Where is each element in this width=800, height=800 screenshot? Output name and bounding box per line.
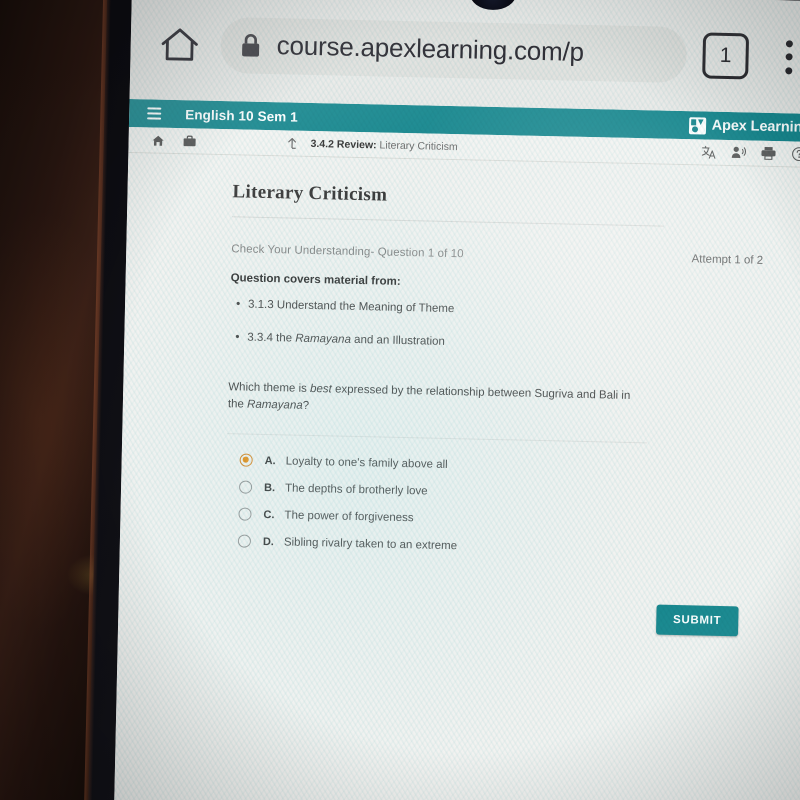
browser-home-button[interactable] — [156, 20, 203, 67]
option-text-c: The power of forgiveness — [284, 509, 414, 525]
lock-icon — [240, 33, 261, 57]
radio-button-a[interactable] — [239, 453, 253, 468]
breadcrumb-type: Review: — [336, 138, 377, 151]
read-aloud-icon[interactable] — [730, 145, 747, 161]
covers-list: 3.1.3 Understand the Meaning of Theme 3.… — [229, 297, 775, 357]
question-emphasis-ramayana: Ramayana — [246, 398, 303, 412]
translate-icon[interactable] — [700, 144, 716, 160]
question-emphasis-best: best — [309, 382, 332, 396]
radio-button-b[interactable] — [238, 480, 253, 495]
title-divider — [231, 216, 664, 227]
course-title: English 10 Sem 1 — [185, 106, 299, 125]
breadcrumb-title: Literary Criticism — [379, 138, 458, 153]
covers-item-text: 3.3.4 the — [247, 331, 296, 345]
covers-item-text: 3.1.3 Understand the Meaning of Theme — [247, 298, 455, 316]
print-icon[interactable] — [760, 145, 776, 161]
hamburger-line — [147, 117, 162, 120]
page-title: Literary Criticism — [232, 181, 388, 206]
apex-learning-logo: Apex Learning — [688, 116, 800, 137]
list-item: 3.3.4 the Ramayana and an Illustration — [247, 331, 774, 357]
option-letter-c: C. — [263, 508, 275, 522]
list-item: 3.1.3 Understand the Meaning of Theme — [248, 298, 775, 324]
breadcrumb-tools — [700, 144, 800, 162]
tablet-screen: course.apexlearning.com/p 1 English 10 S… — [113, 0, 800, 800]
arrow-up-icon[interactable] — [280, 136, 302, 149]
question-part-3: ? — [302, 399, 310, 413]
kebab-menu-icon[interactable] — [770, 34, 800, 79]
covers-heading: Question covers material from: — [230, 272, 401, 288]
question-text: Which theme is best expressed by the rel… — [228, 379, 649, 423]
submit-button[interactable]: SUBMIT — [655, 604, 739, 637]
option-text-b: The depths of brotherly love — [284, 482, 428, 498]
breadcrumb-home-icon[interactable] — [147, 134, 169, 146]
tab-count-label: 1 — [719, 43, 732, 67]
hamburger-line — [147, 112, 162, 115]
briefcase-icon[interactable] — [179, 135, 201, 147]
hamburger-line — [147, 107, 162, 110]
submit-row: SUBMIT — [223, 596, 769, 638]
lesson-content: Literary Criticism Check Your Understand… — [118, 153, 800, 638]
breadcrumb-number: 3.4.2 — [310, 137, 335, 150]
hamburger-icon[interactable] — [147, 107, 163, 120]
covers-item-suffix: and an Illustration — [350, 333, 446, 348]
question-part-1: Which theme is — [228, 381, 311, 395]
apex-logo-dot — [691, 125, 698, 132]
tab-count-button[interactable]: 1 — [702, 31, 750, 79]
radio-button-c[interactable] — [238, 507, 252, 522]
options-divider — [227, 433, 648, 444]
question-meta-row: Check Your Understanding- Question 1 of … — [231, 243, 776, 267]
option-letter-b: B. — [263, 481, 276, 495]
option-letter-d: D. — [262, 535, 275, 549]
attempt-label: Attempt 1 of 2 — [691, 253, 764, 267]
home-icon — [159, 24, 200, 63]
option-text-a: Loyalty to one's family above all — [285, 455, 448, 471]
question-progress-label: Check Your Understanding- Question 1 of … — [231, 243, 464, 261]
breadcrumb-label: 3.4.2 Review: Literary Criticism — [310, 137, 457, 152]
covers-item-italic: Ramayana — [295, 332, 352, 346]
option-letter-a: A. — [264, 454, 276, 468]
url-bar[interactable]: course.apexlearning.com/p — [220, 16, 688, 83]
option-text-d: Sibling rivalry taken to an extreme — [283, 536, 458, 553]
tablet-photo: course.apexlearning.com/p 1 English 10 S… — [0, 0, 800, 800]
url-text: course.apexlearning.com/p — [276, 30, 585, 67]
answer-options: A. Loyalty to one's family above all B. … — [225, 448, 772, 566]
apex-logo-text: Apex Learning — [711, 117, 800, 136]
kebab-dot — [785, 53, 793, 61]
apex-logo-mark — [688, 116, 706, 135]
help-icon[interactable] — [790, 146, 800, 162]
radio-button-d[interactable] — [237, 534, 252, 549]
lesson-page: Literary Criticism Check Your Understand… — [113, 152, 800, 800]
browser-toolbar: course.apexlearning.com/p 1 — [129, 0, 800, 115]
kebab-dot — [784, 66, 792, 74]
kebab-dot — [785, 39, 793, 47]
